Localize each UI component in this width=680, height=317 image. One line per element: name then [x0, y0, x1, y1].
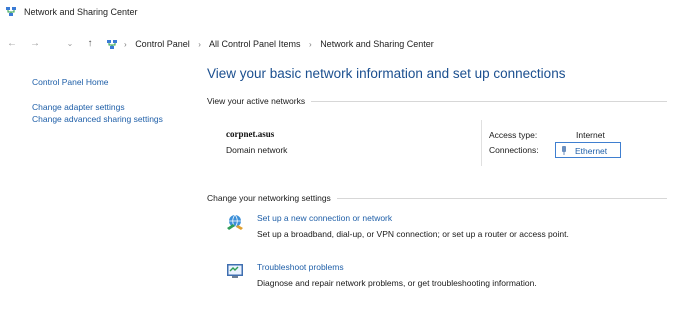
- access-type-label: Access type:: [489, 130, 538, 140]
- network-category: Domain network: [226, 145, 288, 155]
- network-center-icon: [6, 7, 16, 16]
- task-troubleshoot: Troubleshoot problems Diagnose and repai…: [226, 262, 666, 302]
- breadcrumb-separator: ›: [198, 40, 201, 49]
- breadcrumb-network-center[interactable]: Network and Sharing Center: [320, 39, 434, 49]
- access-type-value: Internet: [576, 130, 605, 140]
- ethernet-connection-link[interactable]: Ethernet: [555, 142, 621, 158]
- main-content: View your basic network information and …: [207, 66, 667, 81]
- ethernet-icon: [562, 146, 566, 155]
- troubleshoot-icon: [227, 264, 243, 278]
- network-divider: [481, 120, 482, 166]
- section-label: View your active networks: [207, 96, 306, 106]
- back-button[interactable]: ←: [6, 38, 18, 50]
- task-new-connection: Set up a new connection or network Set u…: [226, 213, 666, 253]
- control-panel-icon: [107, 40, 117, 49]
- breadcrumb: › Control Panel › All Control Panel Item…: [118, 39, 434, 49]
- window-title: Network and Sharing Center: [24, 7, 138, 17]
- setup-connection-description: Set up a broadband, dial-up, or VPN conn…: [257, 229, 569, 239]
- troubleshoot-link[interactable]: Troubleshoot problems: [257, 262, 344, 272]
- breadcrumb-separator: ›: [309, 40, 312, 49]
- breadcrumb-separator: ›: [124, 40, 127, 49]
- up-button[interactable]: ↑: [84, 38, 96, 50]
- section-label: Change your networking settings: [207, 193, 331, 203]
- network-name: corpnet.asus: [226, 129, 275, 139]
- title-bar: Network and Sharing Center: [0, 0, 680, 24]
- breadcrumb-control-panel[interactable]: Control Panel: [135, 39, 190, 49]
- page-title: View your basic network information and …: [207, 66, 566, 81]
- ethernet-link-label[interactable]: Ethernet: [575, 146, 607, 156]
- recent-locations-button[interactable]: ⌄: [64, 38, 76, 50]
- troubleshoot-description: Diagnose and repair network problems, or…: [257, 278, 537, 288]
- change-settings-header: Change your networking settings: [207, 193, 667, 203]
- address-bar: ← → ⌄ ↑ › Control Panel › All Control Pa…: [0, 36, 680, 56]
- sidebar: Control Panel Home Change adapter settin…: [32, 76, 192, 125]
- active-networks-header: View your active networks: [207, 96, 667, 106]
- sidebar-item-adapter-settings[interactable]: Change adapter settings: [32, 101, 192, 113]
- network-setup-icon: [227, 214, 243, 230]
- forward-button[interactable]: →: [29, 38, 41, 50]
- sidebar-item-control-panel-home[interactable]: Control Panel Home: [32, 76, 192, 88]
- section-divider: [311, 100, 667, 102]
- section-divider: [336, 197, 667, 199]
- breadcrumb-all-items[interactable]: All Control Panel Items: [209, 39, 301, 49]
- sidebar-item-advanced-sharing[interactable]: Change advanced sharing settings: [32, 113, 192, 125]
- connections-label: Connections:: [489, 145, 539, 155]
- setup-connection-link[interactable]: Set up a new connection or network: [257, 213, 392, 223]
